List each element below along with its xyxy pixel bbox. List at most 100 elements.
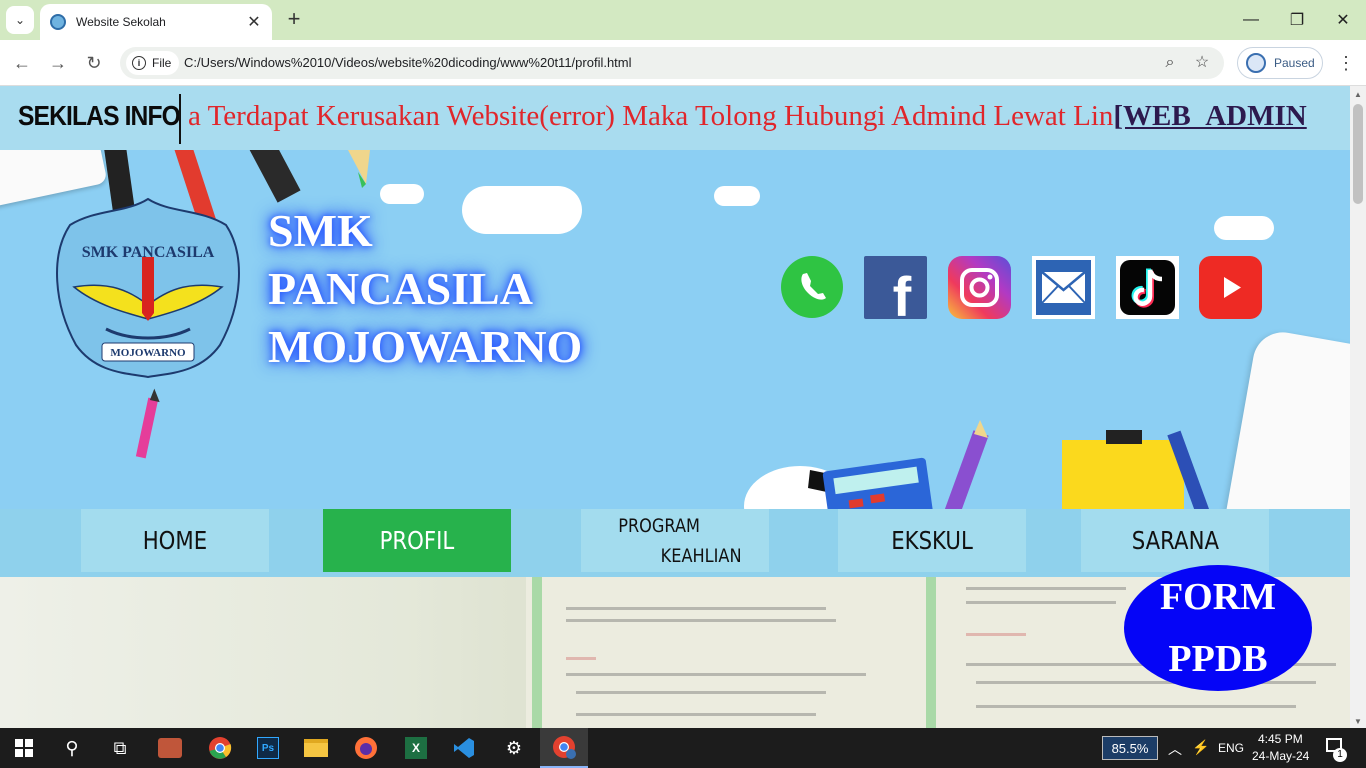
book-text-line bbox=[576, 713, 816, 716]
language-indicator[interactable]: ENG bbox=[1218, 741, 1244, 755]
nav-ekskul[interactable]: EKSKUL bbox=[838, 509, 1026, 572]
info-label: SEKILAS INFO bbox=[18, 100, 181, 131]
book-edge bbox=[926, 577, 936, 728]
task-view-icon[interactable]: ⧉ bbox=[96, 728, 144, 768]
profile-status: Paused bbox=[1274, 56, 1315, 70]
excel-icon[interactable]: X bbox=[392, 728, 440, 768]
nav-home-label: HOME bbox=[142, 526, 208, 555]
main-nav: HOME PROFIL PROGRAM KEAHLIAN EKSKUL SARA… bbox=[0, 509, 1350, 577]
reload-icon: ↻ bbox=[86, 52, 102, 73]
svg-text:f: f bbox=[893, 265, 912, 319]
forward-button[interactable]: → bbox=[44, 49, 72, 77]
youtube-icon[interactable] bbox=[1199, 256, 1262, 319]
nav-ekskul-label: EKSKUL bbox=[891, 526, 973, 555]
chrome-icon[interactable] bbox=[196, 728, 244, 768]
book-text-line bbox=[976, 705, 1296, 708]
cloud-decoration bbox=[380, 184, 424, 204]
network-icon[interactable]: ⚡ bbox=[1192, 739, 1209, 756]
window-close-button[interactable]: ✕ bbox=[1320, 0, 1366, 40]
nav-program-label-line2: KEAHLIAN bbox=[660, 544, 742, 567]
ppdb-line1: FORM bbox=[1159, 576, 1277, 618]
reload-button[interactable]: ↻ bbox=[80, 49, 108, 77]
browser-tab[interactable]: Website Sekolah ✕ bbox=[40, 4, 272, 40]
zoom-level-badge: 85.5% bbox=[1102, 736, 1158, 760]
restore-button[interactable]: ❐ bbox=[1274, 0, 1320, 40]
nav-program-label-line1: PROGRAM bbox=[618, 514, 700, 537]
photoshop-icon[interactable]: Ps bbox=[244, 728, 292, 768]
back-button[interactable]: ← bbox=[8, 49, 36, 77]
tray-chevron-up-icon[interactable]: ︿ bbox=[1168, 739, 1182, 759]
header-banner: SMK PANCASILA MOJOWARNO SMK PANCASILA MO… bbox=[0, 150, 1350, 509]
bookmark-star-icon[interactable]: ☆ bbox=[1192, 53, 1212, 73]
chevron-down-icon: ⌄ bbox=[14, 13, 26, 27]
file-explorer-icon[interactable] bbox=[292, 728, 340, 768]
nav-sarana[interactable]: SARANA bbox=[1081, 509, 1269, 572]
book-text-line bbox=[966, 633, 1026, 636]
book-text-line bbox=[966, 601, 1116, 604]
info-marquee: a Terdapat Kerusakan Website(error) Maka… bbox=[188, 100, 1350, 133]
marker-decoration bbox=[135, 388, 160, 459]
nav-profil[interactable]: PROFIL bbox=[323, 509, 511, 572]
scroll-thumb[interactable] bbox=[1353, 104, 1363, 204]
school-name-line2: PANCASILA bbox=[268, 263, 533, 314]
windows-icon bbox=[15, 739, 33, 757]
info-icon: i bbox=[132, 56, 146, 70]
cloud-decoration bbox=[1214, 216, 1274, 240]
chrome-active-window[interactable] bbox=[540, 728, 588, 768]
nav-program-keahlian[interactable]: PROGRAM KEAHLIAN bbox=[581, 509, 769, 572]
arrow-left-icon: ← bbox=[13, 52, 31, 73]
book-text-line bbox=[566, 673, 866, 676]
page-viewport: SEKILAS INFO a Terdapat Kerusakan Websit… bbox=[0, 86, 1350, 728]
vscode-icon[interactable] bbox=[440, 728, 488, 768]
zoom-level: 85.5% bbox=[1111, 740, 1149, 756]
notification-count: 1 bbox=[1333, 748, 1347, 762]
scroll-up-icon[interactable]: ▲ bbox=[1354, 90, 1362, 99]
tiktok-icon[interactable] bbox=[1116, 256, 1179, 319]
nav-sarana-label: SARANA bbox=[1131, 526, 1219, 555]
clock-time[interactable]: 4:45 PM bbox=[1258, 732, 1303, 746]
nav-home[interactable]: HOME bbox=[81, 509, 269, 572]
form-ppdb-button[interactable]: FORM PPDB bbox=[1124, 565, 1312, 691]
book-text-line bbox=[966, 587, 1126, 590]
book-text-line bbox=[566, 657, 596, 660]
start-button[interactable] bbox=[0, 728, 48, 768]
search-icon[interactable]: ⚲ bbox=[48, 728, 96, 768]
info-bar: SEKILAS INFO a Terdapat Kerusakan Websit… bbox=[0, 86, 1350, 150]
logo-bottom-text: MOJOWARNO bbox=[110, 347, 186, 359]
school-logo: SMK PANCASILA MOJOWARNO bbox=[56, 197, 240, 379]
zoom-icon[interactable]: ⌕ bbox=[1160, 53, 1180, 73]
email-icon[interactable] bbox=[1032, 256, 1095, 319]
page-scrollbar[interactable]: ▲ ▼ bbox=[1350, 86, 1366, 728]
clock-date[interactable]: 24-May-24 bbox=[1252, 749, 1309, 763]
game-app-icon[interactable] bbox=[146, 728, 194, 768]
profile-button[interactable]: Paused bbox=[1237, 47, 1323, 79]
favicon-icon bbox=[50, 14, 66, 30]
firefox-icon[interactable] bbox=[342, 728, 390, 768]
whatsapp-icon[interactable] bbox=[781, 256, 844, 319]
new-tab-button[interactable]: + bbox=[282, 8, 306, 32]
tab-title: Website Sekolah bbox=[76, 15, 166, 29]
site-info-chip[interactable]: i File bbox=[126, 51, 180, 75]
nav-profil-label: PROFIL bbox=[379, 526, 455, 555]
school-name-line3: MOJOWARNO bbox=[268, 321, 583, 372]
book-text-line bbox=[566, 607, 826, 610]
arrow-right-icon: → bbox=[49, 52, 67, 73]
book-text-line bbox=[576, 691, 826, 694]
book-edge bbox=[532, 577, 542, 728]
info-divider bbox=[179, 94, 181, 144]
url-text[interactable]: C:/Users/Windows%2010/Videos/website%20d… bbox=[184, 55, 632, 70]
scroll-down-icon[interactable]: ▼ bbox=[1354, 717, 1362, 726]
facebook-icon[interactable]: f bbox=[864, 256, 927, 319]
browser-menu-button[interactable]: ⋮ bbox=[1336, 50, 1356, 76]
close-icon[interactable]: ✕ bbox=[246, 12, 262, 32]
ppdb-line2: PPDB bbox=[1168, 638, 1268, 680]
cloud-decoration bbox=[714, 186, 760, 206]
marquee-text: a Terdapat Kerusakan Website(error) Maka… bbox=[188, 100, 1114, 132]
instagram-icon[interactable] bbox=[948, 256, 1011, 319]
settings-icon[interactable]: ⚙ bbox=[490, 728, 538, 768]
address-bar[interactable]: i File C:/Users/Windows%2010/Videos/webs… bbox=[120, 47, 1224, 79]
minimize-button[interactable]: — bbox=[1228, 0, 1274, 40]
school-supplies-decoration bbox=[744, 420, 1215, 509]
web-admin-link[interactable]: [WEB_ADMIN bbox=[1113, 100, 1306, 132]
tab-search-button[interactable]: ⌄ bbox=[6, 6, 34, 34]
